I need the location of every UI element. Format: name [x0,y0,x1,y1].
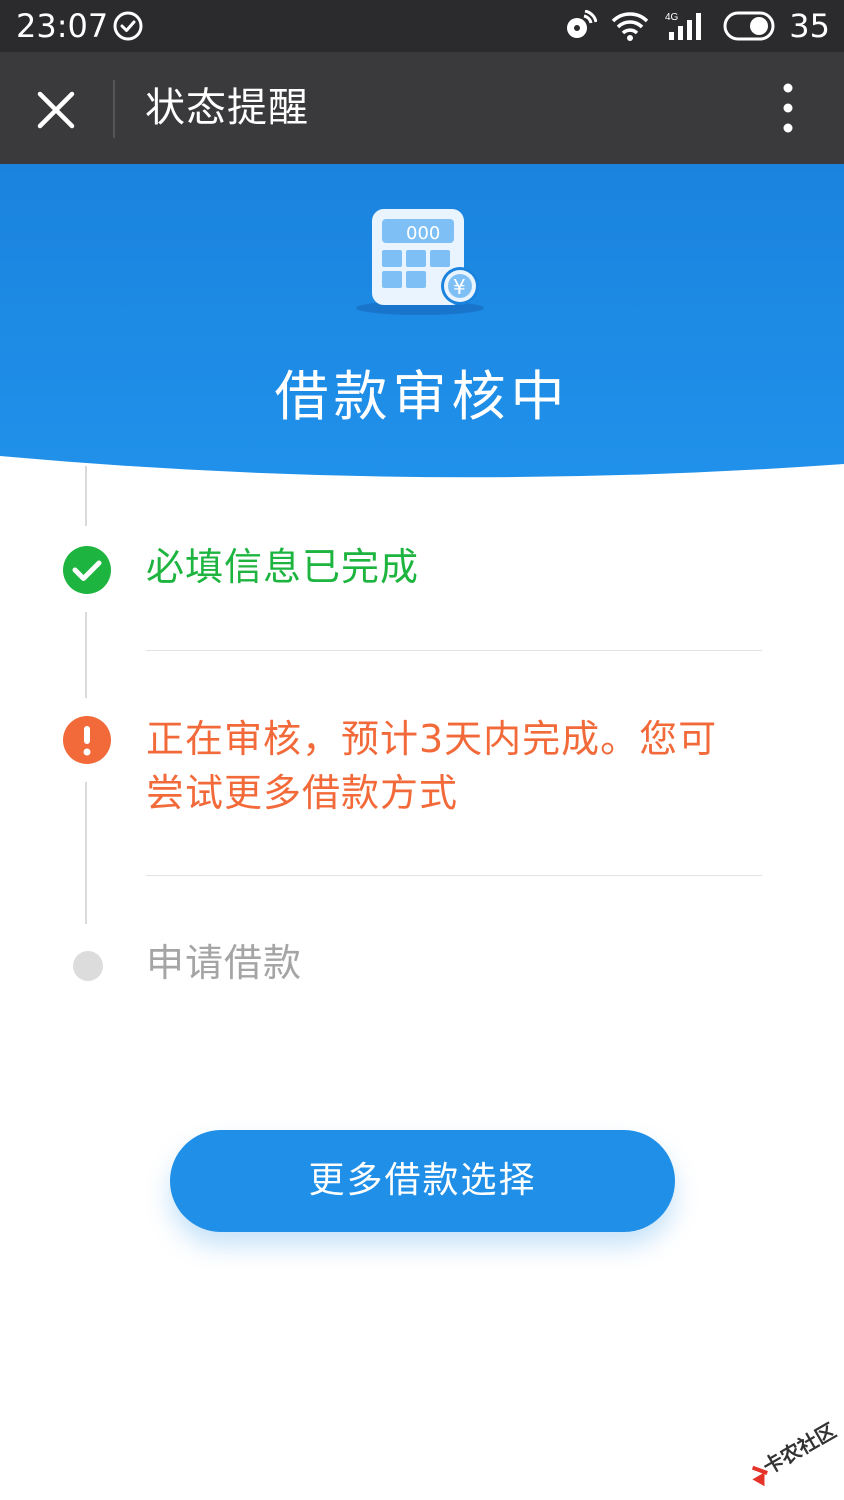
step-divider [146,875,762,876]
battery-toggle-icon [723,11,775,41]
watermark-logo: 卡农社区 [751,1418,838,1487]
more-vertical-icon[interactable] [770,80,806,136]
status-bar: 23:07 4G 35 [0,0,844,52]
timeline-connector [85,612,87,698]
review-status-title: 借款审核中 [274,365,570,428]
pending-dot-icon [73,951,103,981]
watermark-text: 卡农社区 [759,1418,838,1479]
timeline-connector [85,466,87,526]
battery-level: 35 [789,7,830,45]
check-circle-icon [113,11,143,41]
nav-bar: 状态提醒 [0,52,844,164]
timeline-connector [85,782,87,924]
step-divider [146,650,762,651]
loan-calculator-icon: 000 ¥ [356,209,484,315]
page-title: 状态提醒 [145,85,309,131]
status-indicators: 4G 35 [563,8,830,44]
warning-circle-icon [63,716,111,764]
more-loan-options-button[interactable]: 更多借款选择 [170,1130,675,1232]
check-circle-icon [63,546,111,594]
close-icon[interactable] [30,84,82,136]
signal-4g-icon: 4G [665,12,702,40]
step-apply-loan: 申请借款 [146,941,303,985]
svg-text:4G: 4G [665,12,679,23]
yuan-symbol: ¥ [453,275,466,299]
status-time: 23:07 [16,7,109,45]
satellite-icon [567,10,598,38]
nav-divider [113,80,115,138]
status-header: 000 ¥ 借款审核中 [0,164,844,484]
wifi-icon [612,12,649,41]
step-info-complete: 必填信息已完成 [146,545,420,589]
icon-display-text: 000 [406,223,440,244]
step-under-review: 正在审核，预计3天内完成。您可尝试更多借款方式 [146,717,718,815]
